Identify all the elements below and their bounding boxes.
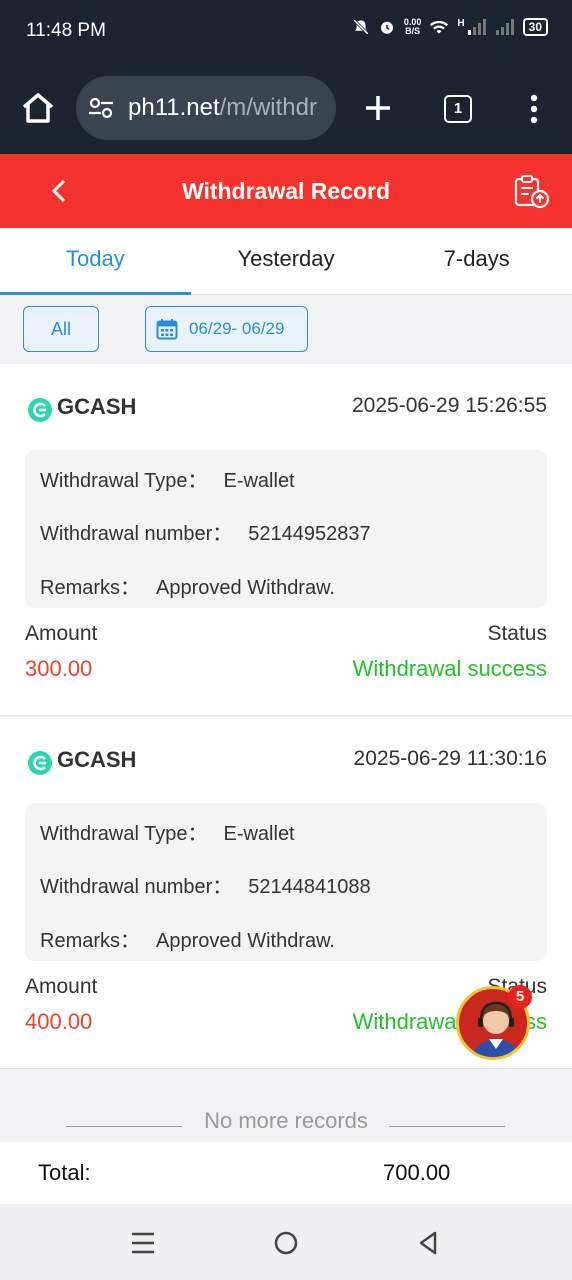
amount-label: Amount (25, 622, 98, 645)
calendar-icon (156, 319, 178, 340)
total-value: 700.00 (383, 1160, 451, 1185)
withdrawal-type-value: E-wallet (223, 470, 295, 492)
tab-switcher-button[interactable]: 1 (444, 95, 472, 123)
url-host: ph11.net (128, 94, 220, 121)
remarks-row: Remarks： Approved Withdraw. (40, 924, 335, 953)
more-menu-icon[interactable] (524, 94, 544, 124)
amount-value: 300.00 (25, 656, 93, 681)
filter-all-button[interactable]: All (23, 306, 99, 352)
filter-row: All 06/29- 06/29 (0, 295, 572, 363)
address-bar[interactable]: ph11.net/m/withdr (76, 76, 336, 140)
url-text: ph11.net/m/withdr (128, 94, 317, 122)
new-tab-icon[interactable] (362, 92, 394, 124)
withdrawal-type-row: Withdrawal Type： E-wallet (40, 817, 295, 846)
divider-right (389, 1126, 505, 1127)
status-label: Status (487, 622, 547, 645)
withdrawal-type-label: Withdrawal Type： (40, 823, 208, 845)
network-type-label: H (457, 17, 465, 29)
withdrawal-number-row: Withdrawal number： 52144841088 (40, 870, 371, 899)
withdrawal-number-value: 52144952837 (248, 523, 371, 545)
browser-toolbar: ph11.net/m/withdr 1 (0, 64, 572, 154)
status-bar: 11:48 PM 0.00 B/S H 30 (0, 0, 572, 64)
record-details: Withdrawal Type： E-wallet Withdrawal numb… (25, 450, 547, 608)
status-icons: 0.00 B/S H 30 (352, 18, 548, 36)
remarks-value: Approved Withdraw. (156, 930, 335, 952)
notification-badge: 5 (508, 985, 532, 1009)
record-datetime: 2025-06-29 15:26:55 (352, 394, 547, 417)
wifi-icon (430, 20, 449, 34)
total-bar: Total: 700.00 (0, 1142, 572, 1204)
remarks-label: Remarks： (40, 577, 141, 599)
withdrawal-number-row: Withdrawal number： 52144952837 (40, 517, 371, 546)
signal-icon-2 (495, 19, 514, 35)
system-nav-bar (0, 1204, 572, 1280)
withdrawal-number-label: Withdrawal number： (40, 523, 233, 545)
date-tabs: Today Yesterday 7-days (0, 228, 572, 295)
gcash-logo-icon (28, 398, 52, 422)
gcash-logo-icon (28, 751, 52, 775)
amount-label: Amount (25, 975, 98, 998)
battery-indicator: 30 (522, 18, 548, 36)
net-speed: 0.00 B/S (404, 18, 422, 36)
record-datetime: 2025-06-29 11:30:16 (353, 747, 547, 770)
tab-yesterday[interactable]: Yesterday (191, 228, 382, 294)
withdrawal-record: GCASH 2025-06-29 15:26:55 Withdrawal Typ… (0, 364, 572, 716)
payment-provider: GCASH (57, 747, 137, 772)
record-details: Withdrawal Type： E-wallet Withdrawal numb… (25, 803, 547, 961)
page-title: Withdrawal Record (181, 178, 391, 204)
no-more-records-text: No more records (204, 1108, 368, 1133)
withdrawal-type-row: Withdrawal Type： E-wallet (40, 464, 295, 493)
site-settings-icon[interactable] (88, 96, 114, 120)
remarks-value: Approved Withdraw. (156, 577, 335, 599)
remarks-label: Remarks： (40, 930, 141, 952)
url-path: /m/withdr (219, 94, 317, 121)
home-circle-icon[interactable] (274, 1231, 298, 1255)
payment-provider: GCASH (57, 394, 137, 419)
alarm-icon (380, 21, 393, 34)
signal-icon (467, 19, 486, 35)
tab-7-days[interactable]: 7-days (381, 228, 572, 294)
status-value: Withdrawal success (352, 656, 547, 681)
mute-bell-icon (353, 19, 369, 35)
recent-apps-icon[interactable] (131, 1232, 155, 1254)
tab-today[interactable]: Today (0, 228, 191, 295)
amount-value: 400.00 (25, 1009, 93, 1034)
status-time: 11:48 PM (26, 20, 106, 41)
withdrawal-type-value: E-wallet (223, 823, 295, 845)
net-speed-unit: B/S (405, 26, 421, 36)
app-header: Withdrawal Record (0, 154, 572, 228)
home-icon[interactable] (20, 90, 56, 126)
withdrawal-number-value: 52144841088 (248, 876, 371, 898)
back-triangle-icon[interactable] (416, 1230, 440, 1256)
date-range-text: 06/29- 06/29 (189, 319, 285, 338)
withdrawal-type-label: Withdrawal Type： (40, 470, 208, 492)
total-label: Total: (38, 1160, 91, 1185)
remarks-row: Remarks： Approved Withdraw. (40, 571, 335, 600)
withdrawal-number-label: Withdrawal number： (40, 876, 233, 898)
clipboard-upload-icon[interactable] (512, 174, 552, 210)
date-range-picker[interactable]: 06/29- 06/29 (145, 306, 308, 352)
